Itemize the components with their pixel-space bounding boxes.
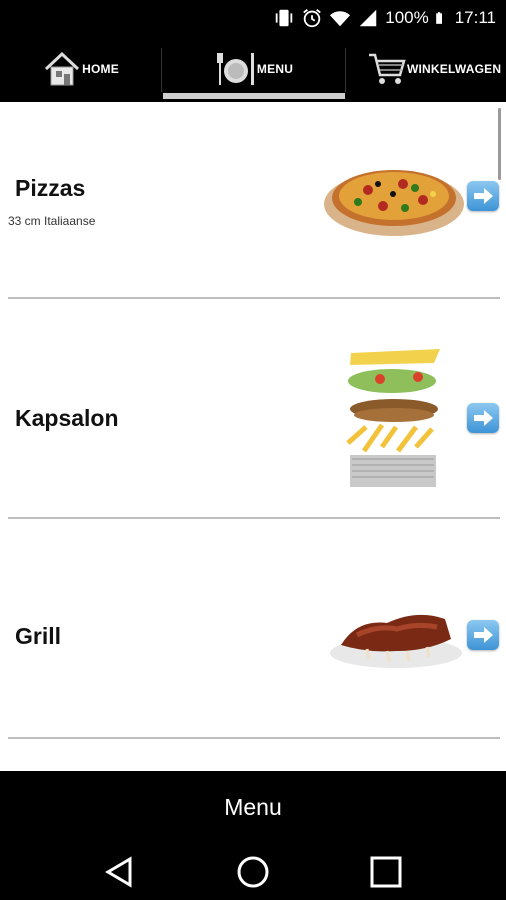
wifi-icon — [330, 11, 351, 27]
menu-list[interactable]: Pizzas 33 cm Italiaanse Kapsalon Grill — [0, 102, 506, 771]
grill-image — [330, 614, 462, 668]
open-pizzas-button[interactable] — [467, 181, 499, 211]
status-bar: 100% 17:11 — [0, 0, 506, 36]
tab-winkelwagen[interactable]: WINKELWAGEN — [347, 36, 506, 102]
divider — [8, 737, 500, 739]
cart-icon — [369, 53, 406, 84]
kapsalon-image — [346, 349, 440, 487]
item-title: Kapsalon — [15, 405, 119, 431]
pizza-image — [324, 170, 464, 236]
item-subtitle: 33 cm Italiaanse — [8, 214, 96, 228]
tab-divider — [345, 48, 346, 92]
clock: 17:11 — [454, 8, 496, 27]
home-circle-icon[interactable] — [235, 855, 271, 889]
plate-icon — [216, 53, 254, 85]
item-title: Grill — [15, 623, 62, 649]
list-item[interactable]: Grill — [0, 519, 506, 737]
open-grill-button[interactable] — [467, 620, 499, 650]
page-title: Menu — [0, 771, 506, 843]
tab-home-label: HOME — [82, 62, 119, 76]
battery-percent: 100% — [385, 8, 429, 27]
alarm-icon — [303, 9, 322, 28]
home-icon — [45, 51, 80, 86]
battery-icon — [435, 12, 442, 24]
item-title: Pizzas — [15, 175, 86, 201]
tab-divider — [161, 48, 162, 92]
list-item[interactable]: Pizzas 33 cm Italiaanse — [0, 102, 506, 320]
back-icon[interactable] — [102, 855, 138, 889]
arrow-right-icon — [474, 410, 493, 426]
system-nav-bar — [0, 843, 506, 900]
top-nav: HOME MENU WINKELWAGEN — [0, 36, 506, 102]
signal-icon — [359, 9, 377, 27]
tab-winkelwagen-label: WINKELWAGEN — [407, 62, 502, 76]
arrow-right-icon — [474, 627, 493, 643]
status-icons: 100% 17:11 — [273, 6, 496, 30]
vibrate-icon — [275, 9, 293, 27]
open-kapsalon-button[interactable] — [467, 403, 499, 433]
active-tab-indicator — [163, 93, 345, 99]
list-item[interactable]: Kapsalon — [0, 299, 506, 517]
tab-menu-label: MENU — [256, 62, 294, 76]
recents-icon[interactable] — [368, 855, 404, 889]
arrow-right-icon — [474, 188, 493, 204]
tab-home[interactable]: HOME — [0, 36, 161, 102]
